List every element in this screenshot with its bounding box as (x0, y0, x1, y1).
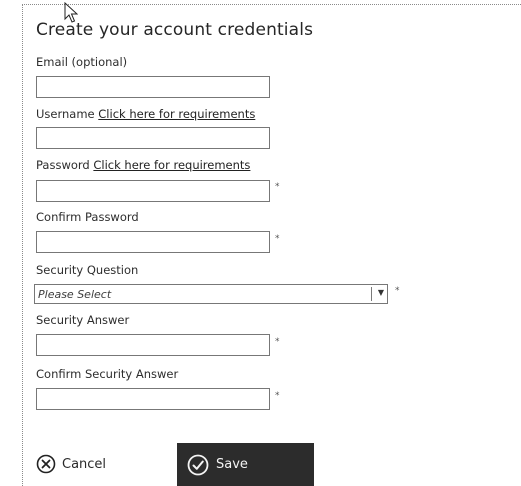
email-field[interactable] (36, 76, 270, 98)
security-question-selected-value: Please Select (38, 288, 112, 301)
circle-x-icon (36, 454, 56, 474)
security-question-required-marker: * (395, 286, 400, 296)
cancel-label: Cancel (62, 456, 107, 472)
security-question-label: Security Question (36, 263, 139, 277)
security-answer-field[interactable] (36, 334, 270, 356)
password-label-text: Password (36, 158, 90, 172)
confirm-password-field[interactable] (36, 231, 270, 253)
password-field[interactable] (36, 180, 270, 202)
confirm-security-answer-label: Confirm Security Answer (36, 367, 179, 381)
confirm-password-required-marker: * (275, 234, 280, 244)
select-divider (371, 287, 372, 301)
confirm-password-label: Confirm Password (36, 210, 139, 224)
security-answer-label: Security Answer (36, 313, 130, 327)
password-requirements-link[interactable]: Click here for requirements (93, 158, 250, 172)
cancel-button[interactable]: Cancel (36, 451, 106, 477)
username-field[interactable] (36, 127, 270, 149)
username-label: Username Click here for requirements (36, 107, 255, 121)
page-title: Create your account credentials (36, 20, 314, 40)
security-answer-required-marker: * (275, 337, 280, 347)
username-requirements-link[interactable]: Click here for requirements (98, 107, 255, 121)
circle-check-icon (187, 454, 209, 475)
security-question-select[interactable]: Please Select ▼ (34, 284, 388, 304)
chevron-down-icon[interactable]: ▼ (378, 288, 384, 297)
password-label: Password Click here for requirements (36, 158, 250, 172)
save-label: Save (216, 457, 248, 472)
frame-left-border (22, 4, 23, 486)
password-required-marker: * (275, 182, 280, 192)
email-label: Email (optional) (36, 55, 128, 69)
save-button[interactable]: Save (177, 443, 314, 486)
confirm-security-answer-field[interactable] (36, 388, 270, 410)
confirm-security-answer-required-marker: * (275, 391, 280, 401)
frame-top-border (22, 4, 521, 5)
username-label-text: Username (36, 107, 95, 121)
